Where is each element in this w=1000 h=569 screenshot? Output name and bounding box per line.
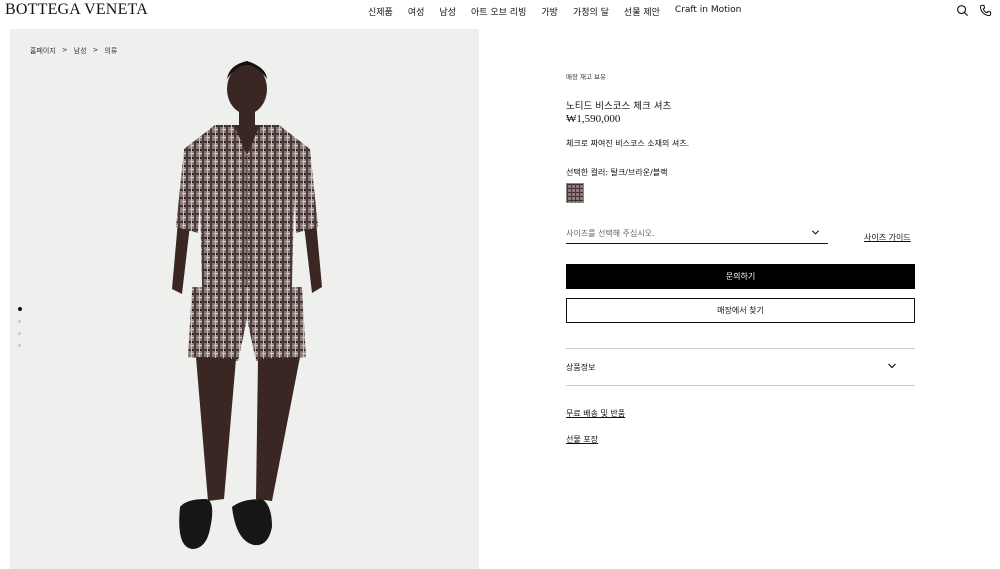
brand-logo[interactable]: BOTTEGA VENETA bbox=[5, 1, 148, 19]
divider bbox=[566, 385, 915, 386]
nav-item-men[interactable]: 남성 bbox=[439, 5, 456, 18]
swatch-pattern bbox=[567, 184, 583, 202]
gallery-pagination bbox=[18, 307, 22, 356]
top-navigation-bar: BOTTEGA VENETA 신제품 여성 남성 아트 오브 리빙 가방 가정의… bbox=[0, 0, 1000, 24]
size-guide-link[interactable]: 사이즈 가이드 bbox=[864, 232, 911, 243]
search-icon[interactable] bbox=[956, 4, 969, 17]
breadcrumb-clothing[interactable]: 의류 bbox=[104, 46, 117, 56]
color-swatch[interactable] bbox=[566, 183, 584, 203]
stock-status: 매장 재고 보유 bbox=[566, 73, 607, 81]
nav-item-new[interactable]: 신제품 bbox=[368, 5, 393, 18]
product-image[interactable] bbox=[10, 29, 479, 569]
nav-item-art-of-living[interactable]: 아트 오브 리빙 bbox=[471, 5, 526, 18]
chevron-down-icon bbox=[811, 230, 820, 235]
gallery-dot-1[interactable] bbox=[18, 307, 22, 311]
product-price: ₩1,590,000 bbox=[566, 113, 621, 125]
breadcrumb-home[interactable]: 홈페이지 bbox=[30, 46, 56, 56]
selected-color-label: 선택한 컬러: 탈크/브라운/블랙 bbox=[566, 168, 668, 177]
product-name: 노티드 비스코스 체크 셔츠 bbox=[566, 101, 672, 112]
divider bbox=[566, 348, 915, 349]
gallery-dot-3[interactable] bbox=[18, 332, 21, 335]
phone-icon[interactable] bbox=[979, 4, 992, 17]
nav-item-gifts[interactable]: 선물 제안 bbox=[624, 5, 660, 18]
gift-wrap-link[interactable]: 선물 포장 bbox=[566, 434, 598, 445]
product-description: 체크로 짜여진 비스코스 소재의 셔츠. bbox=[566, 139, 690, 148]
nav-item-family-month[interactable]: 가정의 달 bbox=[573, 5, 609, 18]
nav-item-bags[interactable]: 가방 bbox=[541, 5, 558, 18]
breadcrumb-separator: > bbox=[92, 46, 99, 54]
size-placeholder: 사이즈를 선택해 주십시오. bbox=[566, 229, 655, 238]
nav-item-women[interactable]: 여성 bbox=[408, 5, 425, 18]
breadcrumb-men[interactable]: 남성 bbox=[74, 46, 87, 56]
breadcrumb: 홈페이지 > 남성 > 의류 bbox=[30, 46, 117, 56]
size-select[interactable]: 사이즈를 선택해 주십시오. bbox=[566, 228, 828, 244]
chevron-down-icon[interactable] bbox=[887, 361, 897, 371]
product-details-accordion[interactable]: 상품정보 bbox=[566, 362, 595, 373]
gallery-dot-2[interactable] bbox=[18, 320, 21, 323]
free-shipping-link[interactable]: 무료 배송 및 반품 bbox=[566, 408, 625, 419]
gallery-dot-4[interactable] bbox=[18, 344, 21, 347]
model-illustration bbox=[172, 61, 322, 549]
inquire-button[interactable]: 문의하기 bbox=[566, 264, 915, 289]
main-nav: 신제품 여성 남성 아트 오브 리빙 가방 가정의 달 선물 제안 Craft … bbox=[368, 5, 756, 18]
nav-item-craft-in-motion[interactable]: Craft in Motion bbox=[675, 5, 741, 18]
find-in-store-button[interactable]: 매장에서 찾기 bbox=[566, 298, 915, 323]
breadcrumb-separator: > bbox=[61, 46, 68, 54]
header-icons bbox=[956, 4, 992, 17]
